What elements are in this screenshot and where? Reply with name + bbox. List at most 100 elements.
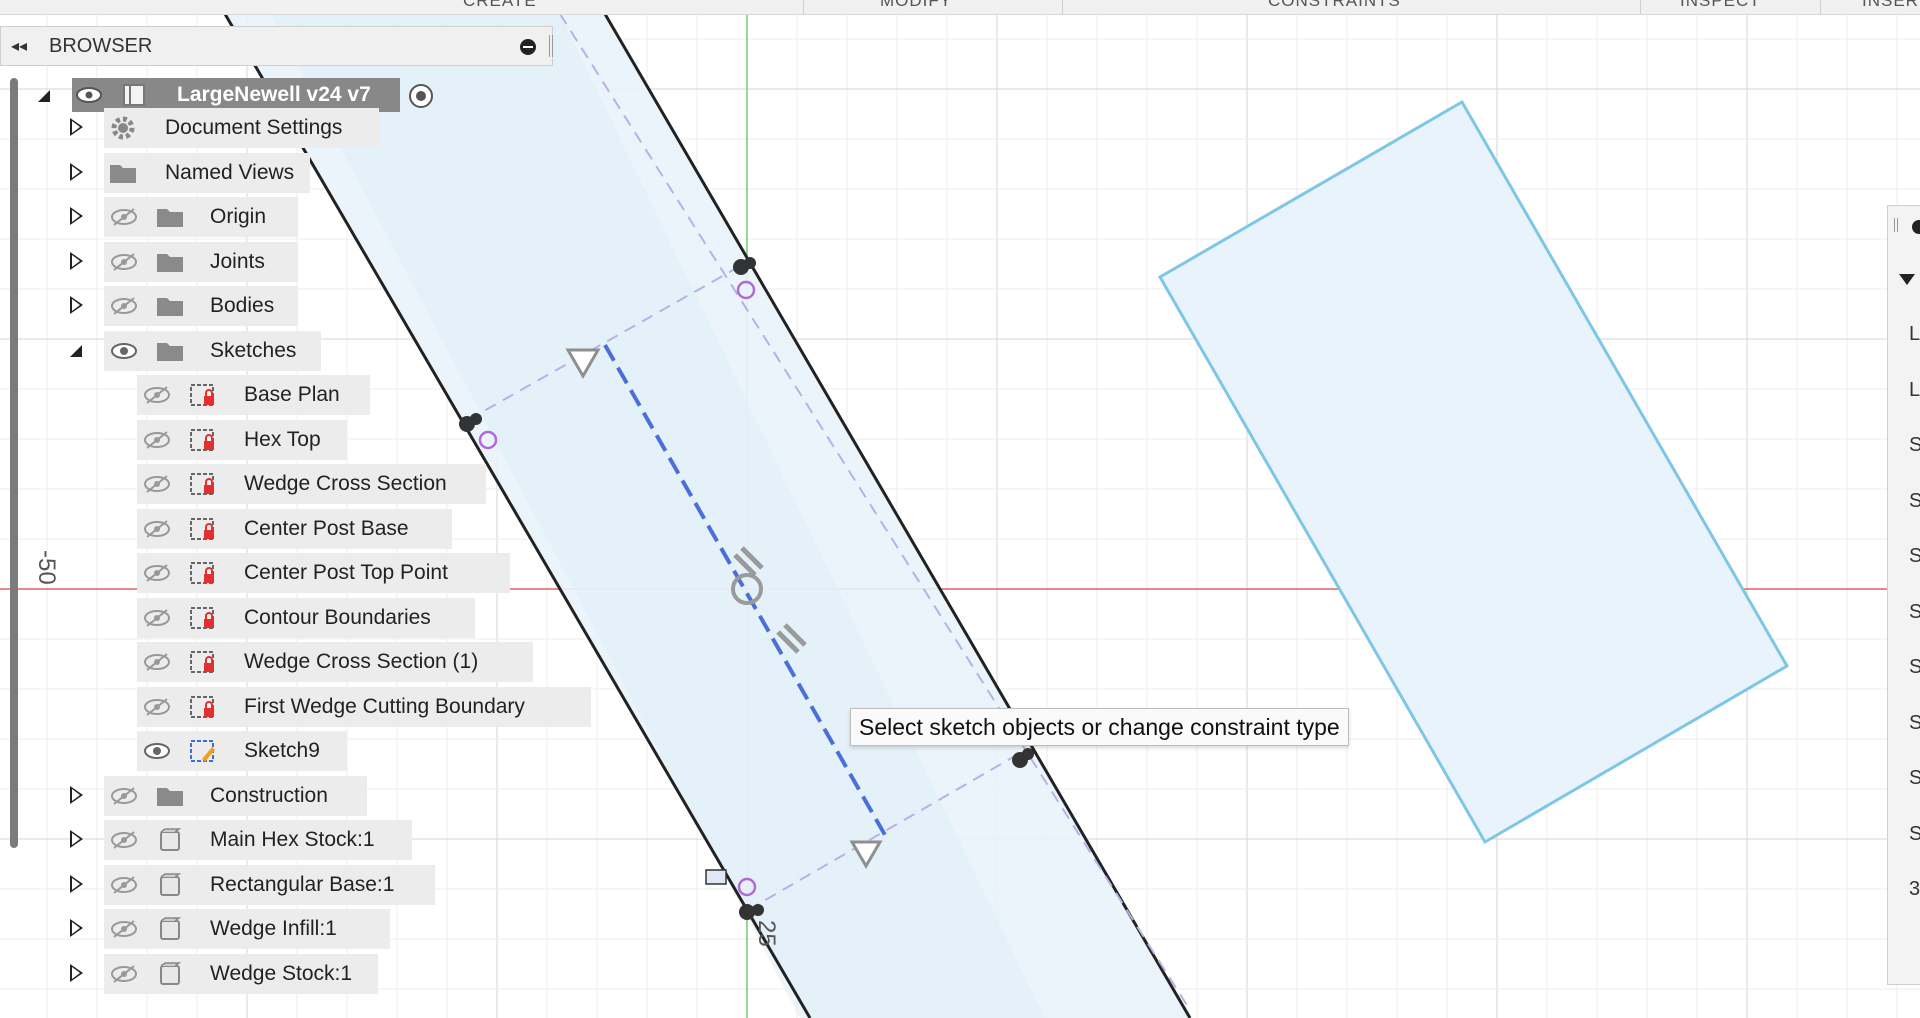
visibility-icon[interactable] xyxy=(143,430,171,450)
tree-item[interactable]: Construction xyxy=(0,776,560,816)
tree-item[interactable]: Named Views xyxy=(0,153,560,193)
browser-title: BROWSER xyxy=(49,35,153,57)
tree-item[interactable]: Main Hex Stock:1 xyxy=(0,820,560,860)
sketch-item[interactable]: Wedge Cross Section xyxy=(0,464,560,504)
expand-closed-icon[interactable] xyxy=(70,875,83,893)
sketch-icon xyxy=(188,693,218,721)
panel-grip-icon[interactable] xyxy=(1894,218,1898,232)
toolbar-divider xyxy=(1640,0,1641,14)
sketch-item[interactable]: Base Plan xyxy=(0,375,560,415)
tree-item-label: Document Settings xyxy=(165,116,343,139)
panel-row-letter: S xyxy=(1909,711,1920,734)
expand-closed-icon[interactable] xyxy=(70,118,83,136)
sketch-item-label: Base Plan xyxy=(244,383,340,406)
visibility-icon[interactable] xyxy=(110,830,138,850)
panel-row-letter: L xyxy=(1909,323,1920,345)
panel-row-letter: 3 xyxy=(1909,878,1920,900)
tree-item[interactable]: Origin xyxy=(0,197,560,237)
sketch-item-label: Center Post Top Point xyxy=(244,561,448,584)
visibility-icon[interactable] xyxy=(143,474,171,494)
panel-row-letter: S xyxy=(1909,822,1920,845)
sketch-icon xyxy=(188,426,218,454)
radio-active-icon[interactable] xyxy=(408,83,434,109)
visibility-icon[interactable] xyxy=(110,252,138,272)
sketch-item-label: Center Post Base xyxy=(244,517,409,540)
tree-item[interactable]: Wedge Stock:1 xyxy=(0,954,560,994)
sketch-item[interactable]: Hex Top xyxy=(0,420,560,460)
tab-modify[interactable]: MODIFY xyxy=(880,0,952,11)
expand-closed-icon[interactable] xyxy=(70,786,83,804)
component-icon xyxy=(155,915,185,943)
sketch-item[interactable]: Center Post Base xyxy=(0,509,560,549)
expand-closed-icon[interactable] xyxy=(70,207,83,225)
panel-row-letter: S xyxy=(1909,489,1920,512)
visibility-icon[interactable] xyxy=(110,786,138,806)
panel-row-letter: S xyxy=(1909,767,1920,789)
tab-inspect[interactable]: INSPECT xyxy=(1680,0,1761,11)
eye-icon[interactable] xyxy=(75,85,103,105)
visibility-icon[interactable] xyxy=(143,385,171,405)
tree-item-label: Sketches xyxy=(210,339,297,362)
tree-item-label: Bodies xyxy=(210,294,275,317)
right-panel: L L S S S S S S S S 3 xyxy=(1887,205,1920,985)
expand-closed-icon[interactable] xyxy=(70,296,83,314)
expand-open-icon[interactable] xyxy=(70,345,82,357)
sketch-icon xyxy=(188,604,218,632)
visibility-icon[interactable] xyxy=(143,741,171,761)
tree-item[interactable]: Joints xyxy=(0,242,560,282)
component-icon xyxy=(155,826,185,854)
visibility-icon[interactable] xyxy=(110,341,138,361)
resize-grip-icon[interactable] xyxy=(549,35,553,57)
visibility-icon[interactable] xyxy=(143,652,171,672)
sketch-item[interactable]: Sketch9 xyxy=(0,731,560,771)
component-icon xyxy=(155,960,185,988)
expand-closed-icon[interactable] xyxy=(70,964,83,982)
sketch-item-label: Wedge Cross Section xyxy=(244,472,447,495)
expand-closed-icon[interactable] xyxy=(70,163,83,181)
tree-item-label: Origin xyxy=(210,205,267,228)
tree-item[interactable]: Sketches xyxy=(0,331,560,371)
visibility-icon[interactable] xyxy=(143,697,171,717)
sketch-item-label: Sketch9 xyxy=(244,739,320,762)
sketch-icon xyxy=(188,515,218,543)
expand-closed-icon[interactable] xyxy=(70,252,83,270)
sketch-icon xyxy=(188,470,218,498)
sketch-item-label: Wedge Cross Section (1) xyxy=(244,650,479,673)
visibility-icon[interactable] xyxy=(143,563,171,583)
sketch-item[interactable]: Contour Boundaries xyxy=(0,598,560,638)
tree-item[interactable]: Wedge Infill:1 xyxy=(0,909,560,949)
visibility-icon[interactable] xyxy=(143,519,171,539)
tree-item[interactable]: Rectangular Base:1 xyxy=(0,865,560,905)
panel-row-letter: S xyxy=(1909,434,1920,456)
sketch-item[interactable]: Center Post Top Point xyxy=(0,553,560,593)
tab-create[interactable]: CREATE xyxy=(463,0,537,11)
expand-open-icon[interactable] xyxy=(38,90,50,102)
browser-header: ◂◂ BROWSER xyxy=(0,26,553,66)
panel-row-letter: S xyxy=(1909,656,1920,678)
panel-pin-icon[interactable] xyxy=(1912,220,1920,234)
tree-item[interactable]: Bodies xyxy=(0,286,560,326)
visibility-icon[interactable] xyxy=(110,964,138,984)
visibility-icon[interactable] xyxy=(143,608,171,628)
tree-item-label: Construction xyxy=(210,784,328,807)
sketch-edit-icon xyxy=(188,737,218,765)
gear-icon xyxy=(108,114,138,142)
tooltip: Select sketch objects or change constrai… xyxy=(850,708,1349,746)
collapse-browser-icon[interactable]: ◂◂ xyxy=(11,36,27,56)
visibility-icon[interactable] xyxy=(110,875,138,895)
expand-closed-icon[interactable] xyxy=(70,830,83,848)
sketch-item[interactable]: Wedge Cross Section (1) xyxy=(0,642,560,682)
visibility-icon[interactable] xyxy=(110,296,138,316)
panel-expand-icon[interactable] xyxy=(1899,274,1915,285)
tree-item-label: Named Views xyxy=(165,161,295,184)
tab-constraints[interactable]: CONSTRAINTS xyxy=(1268,0,1401,11)
tab-insert[interactable]: INSERT xyxy=(1862,0,1920,11)
toolbar: CREATE MODIFY CONSTRAINTS INSPECT INSERT xyxy=(0,0,1920,15)
tree-item[interactable]: Document Settings xyxy=(0,108,560,148)
expand-closed-icon[interactable] xyxy=(70,919,83,937)
sketch-item[interactable]: First Wedge Cutting Boundary xyxy=(0,687,591,727)
pin-icon[interactable] xyxy=(520,39,536,55)
folder-icon xyxy=(155,782,185,810)
visibility-icon[interactable] xyxy=(110,919,138,939)
visibility-icon[interactable] xyxy=(110,207,138,227)
